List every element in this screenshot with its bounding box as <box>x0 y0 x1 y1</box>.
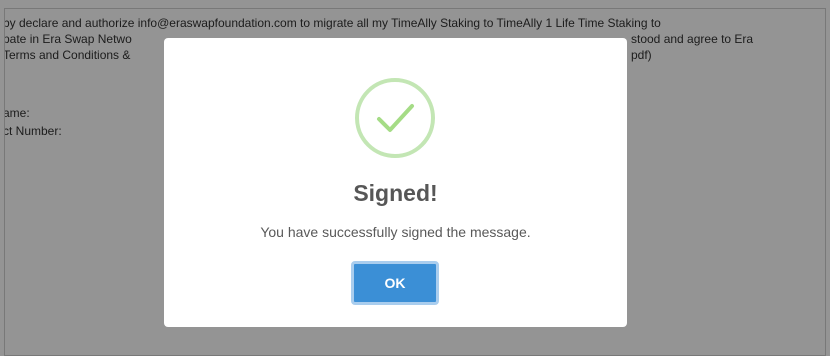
dialog-title: Signed! <box>353 180 438 206</box>
signed-dialog: Signed! You have successfully signed the… <box>164 38 627 327</box>
dialog-message: You have successfully signed the message… <box>260 224 531 240</box>
success-checkmark-icon <box>355 78 435 158</box>
ok-button[interactable]: OK <box>351 261 439 305</box>
